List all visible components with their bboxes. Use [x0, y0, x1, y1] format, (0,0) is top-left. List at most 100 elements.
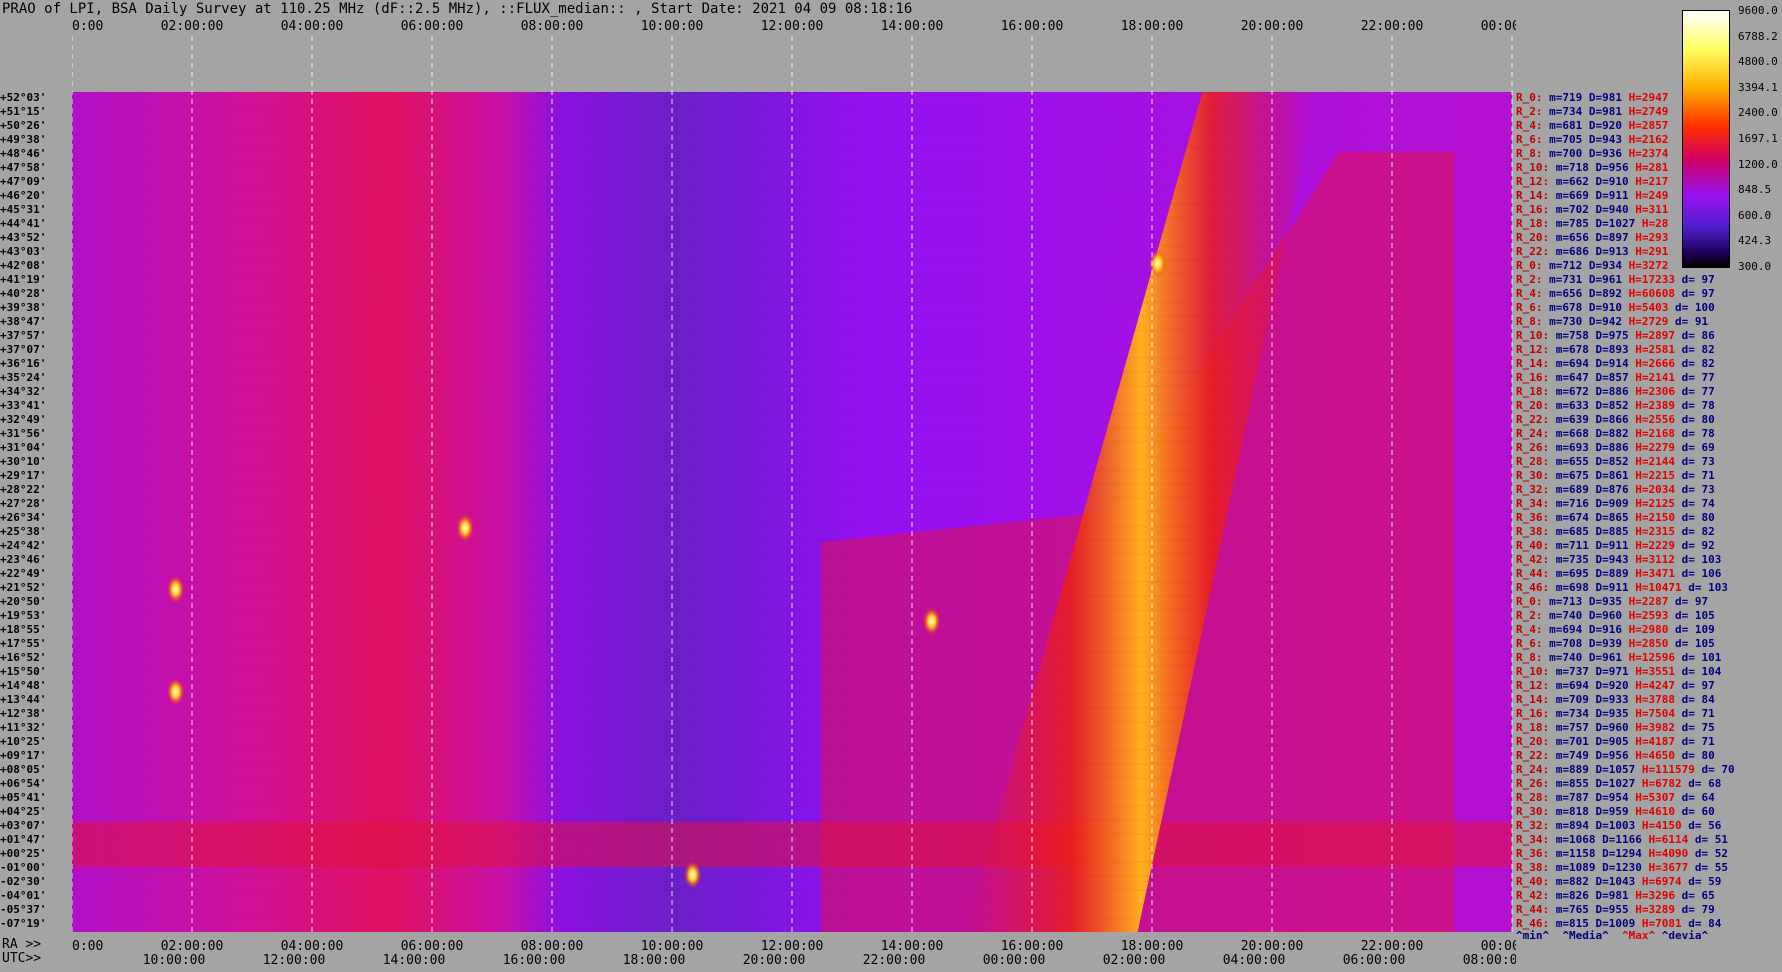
row-stat-field: m=700 — [1542, 147, 1583, 160]
row-stat: R_4: m=681 D=920 H=2857 — [1516, 119, 1668, 133]
row-stat-field: d= 97 — [1674, 273, 1715, 286]
row-stat-field: R_36: — [1516, 847, 1550, 860]
row-stat: R_16: m=647 D=857 H=2141 d= 77 — [1516, 371, 1715, 385]
ra-tick-bottom: 18:00:00 — [1121, 939, 1184, 954]
row-stat: R_30: m=675 D=861 H=2215 d= 71 — [1516, 469, 1715, 483]
declination-value: +47°09' — [0, 175, 47, 188]
row-stat-field: d= 73 — [1674, 483, 1715, 496]
row-stat-field: m=737 — [1549, 665, 1589, 678]
ra-tick-bottom: 16:00:00 — [1001, 939, 1064, 954]
row-stat-field: R_12: — [1516, 679, 1550, 692]
declination-value: +21°52' — [0, 581, 47, 594]
declination-label: +13°44' — [0, 693, 46, 707]
row-stat-field: d= 56 — [1681, 819, 1722, 832]
row-stat-field: d= 71 — [1674, 469, 1715, 482]
declination-value: +04°25' — [0, 805, 47, 818]
row-stat-field: R_16: — [1516, 371, 1550, 384]
row-stat: R_12: m=662 D=910 H=217 — [1516, 175, 1668, 189]
row-stat-field: D=852 — [1588, 455, 1629, 468]
row-stat-field: m=1089 — [1549, 861, 1596, 874]
row-stat-field: R_4: — [1516, 287, 1543, 300]
row-stat-field: D=936 — [1582, 147, 1622, 160]
row-stat-field: H=2287 — [1622, 595, 1669, 608]
colorbar-tick: 1200.0 — [1738, 157, 1778, 171]
row-stat: R_20: m=656 D=897 H=293 — [1516, 231, 1668, 245]
row-stat-field: d= 82 — [1674, 525, 1715, 538]
declination-label: +51°15' — [0, 105, 46, 119]
row-stat: R_8: m=740 D=961 H=12596 d= 101 — [1516, 651, 1721, 665]
radio-source — [922, 607, 941, 636]
declination-label: +45°31' — [0, 203, 46, 217]
declination-label: +38°47' — [0, 315, 46, 329]
row-stat-field: m=669 — [1549, 189, 1589, 202]
declination-label: -02°30' — [0, 875, 46, 889]
row-stat-field: R_30: — [1516, 469, 1550, 482]
row-stat-field: m=693 — [1549, 441, 1589, 454]
row-stat-field: d= 97 — [1668, 595, 1709, 608]
row-stat-field: d= 82 — [1674, 357, 1715, 370]
row-stat-field: D=981 — [1582, 105, 1622, 118]
declination-value: +17°55' — [0, 637, 47, 650]
ra-tick-bottom: 14:00:00 — [881, 939, 944, 954]
row-stat: R_20: m=633 D=852 H=2389 d= 78 — [1516, 399, 1715, 413]
row-stat-field: R_14: — [1516, 189, 1550, 202]
declination-value: +51°15' — [0, 105, 47, 118]
declination-label: +33°41' — [0, 399, 46, 413]
row-stat-field: H=4150 — [1635, 819, 1682, 832]
row-stat-field: D=940 — [1588, 203, 1629, 216]
declination-label: +17°55' — [0, 637, 46, 651]
declination-value: +46°20' — [0, 189, 47, 202]
row-stat-field: R_40: — [1516, 539, 1550, 552]
row-stat-field: D=897 — [1588, 231, 1629, 244]
row-stat-field: m=734 — [1549, 707, 1589, 720]
declination-label: +11°32' — [0, 721, 46, 735]
row-stat: R_40: m=711 D=911 H=2229 d= 92 — [1516, 539, 1715, 553]
declination-value: +29°17' — [0, 469, 47, 482]
row-stat-field: H=4187 — [1628, 735, 1675, 748]
row-stat: R_16: m=734 D=935 H=7504 d= 71 — [1516, 707, 1715, 721]
declination-value: +16°52' — [0, 651, 47, 664]
declination-value: +41°19' — [0, 273, 47, 286]
row-stat-field: D=1166 — [1595, 833, 1642, 846]
row-stat-field: D=876 — [1588, 483, 1629, 496]
row-stat-field: H=311 — [1628, 203, 1669, 216]
row-stat-field: d= 97 — [1674, 287, 1715, 300]
colorbar-tick: 600.0 — [1738, 208, 1772, 222]
ra-tick-bottom: 20:00:00 — [1241, 939, 1304, 954]
row-stat-field: R_40: — [1516, 875, 1550, 888]
row-stat-field: D=1294 — [1595, 847, 1642, 860]
row-stat-field: d= 82 — [1674, 343, 1715, 356]
row-stat-field: m=730 — [1542, 315, 1583, 328]
row-stat-field: H=2980 — [1622, 623, 1669, 636]
utc-tick-bottom: 00:00:00 — [983, 953, 1046, 968]
row-stat-field: R_34: — [1516, 833, 1550, 846]
row-stat: R_28: m=787 D=954 H=5307 d= 64 — [1516, 791, 1715, 805]
row-stat-field: D=886 — [1588, 385, 1629, 398]
row-stat-field: H=4247 — [1628, 679, 1675, 692]
row-stat-field: D=892 — [1582, 287, 1622, 300]
row-stat-field: H=5403 — [1622, 301, 1669, 314]
row-stat-field: d= 78 — [1674, 399, 1715, 412]
declination-value: +37°57' — [0, 329, 47, 342]
declination-label: -05°37' — [0, 903, 46, 917]
row-stat-field: m=656 — [1542, 287, 1583, 300]
row-stat-field: R_28: — [1516, 455, 1550, 468]
row-stat: R_22: m=686 D=913 H=291 — [1516, 245, 1668, 259]
row-stat: R_8: m=700 D=936 H=2374 — [1516, 147, 1668, 161]
declination-label: +12°38' — [0, 707, 46, 721]
declination-value: +22°49' — [0, 567, 47, 580]
row-stat-field: D=910 — [1582, 301, 1622, 314]
row-stat-field: m=787 — [1549, 791, 1589, 804]
row-stat-field: m=785 — [1549, 217, 1589, 230]
row-stat-field: m=656 — [1549, 231, 1589, 244]
row-stat-field: R_14: — [1516, 357, 1550, 370]
row-stat-field: m=818 — [1549, 805, 1589, 818]
ra-tick-bottom: 00:00:00 — [72, 939, 103, 954]
row-stat-field: D=975 — [1588, 329, 1629, 342]
row-stat-field: H=2389 — [1628, 399, 1675, 412]
row-stat-field: d= 60 — [1674, 805, 1715, 818]
ra-tick-top: 20:00:00 — [1241, 19, 1304, 34]
row-stat-field: R_22: — [1516, 245, 1550, 258]
row-stat-field: m=694 — [1549, 679, 1589, 692]
row-stat-field: R_32: — [1516, 483, 1550, 496]
